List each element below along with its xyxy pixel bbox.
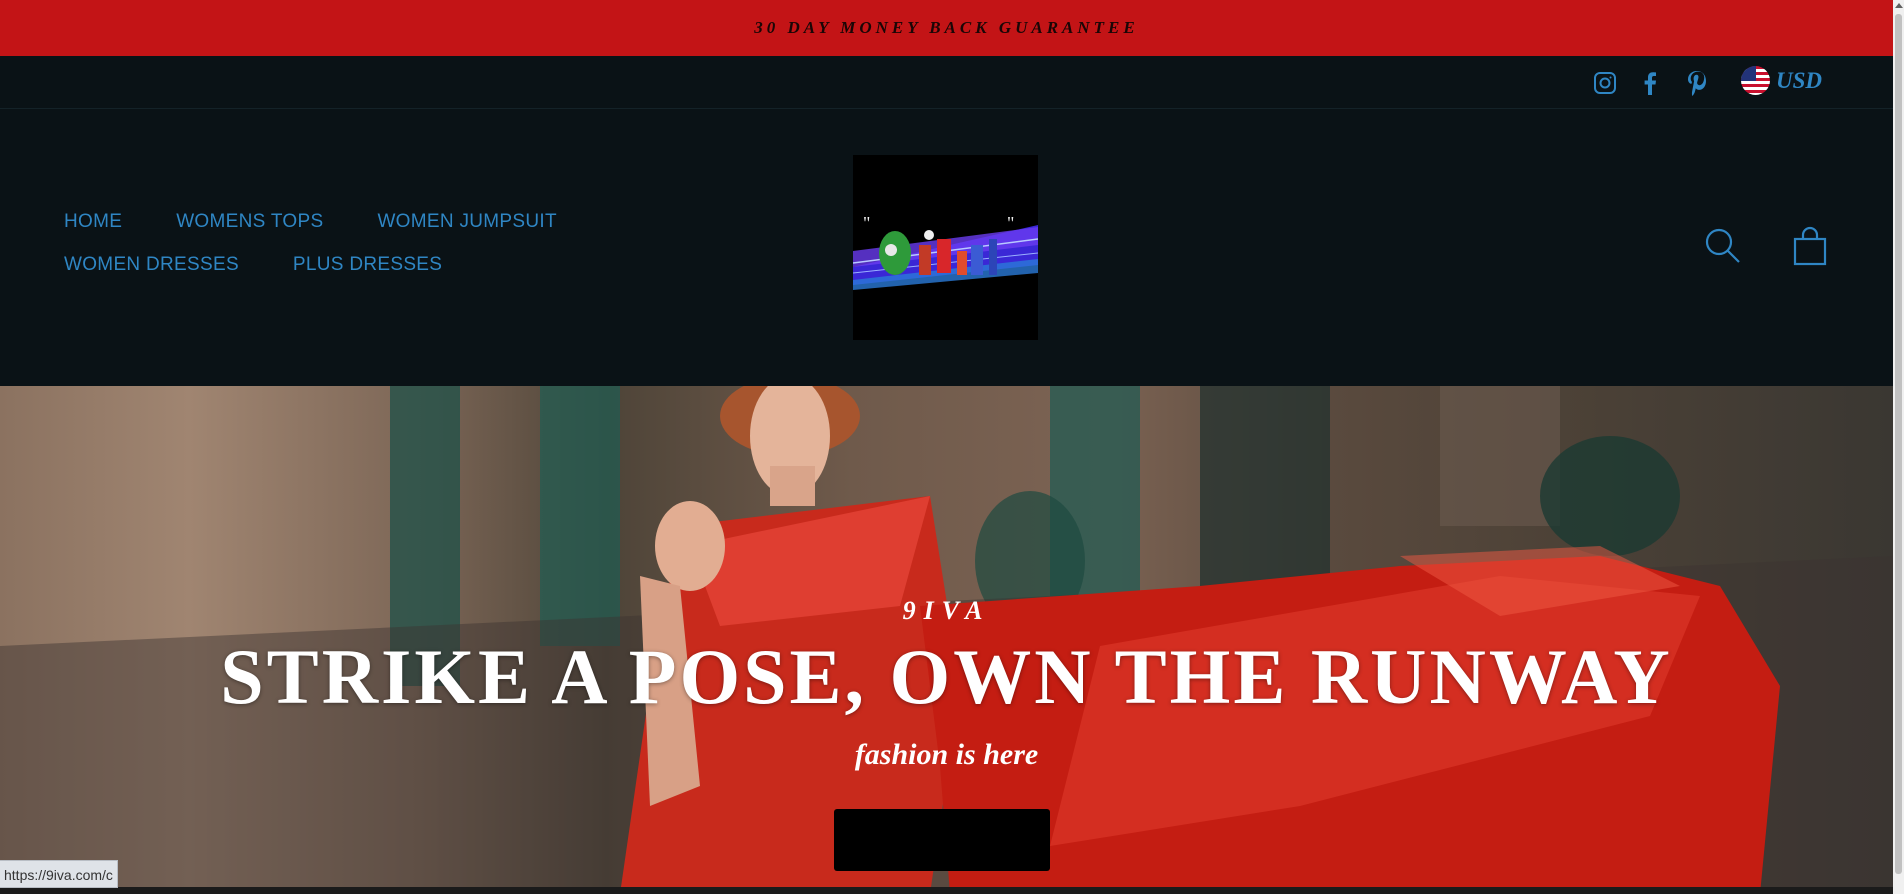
nav-link-home[interactable]: HOME <box>64 210 122 234</box>
scrollbar-thumb[interactable] <box>1895 14 1902 874</box>
nav-link-women-dresses[interactable]: WOMEN DRESSES <box>64 253 239 277</box>
nav-link-plus-dresses[interactable]: PLUS DRESSES <box>293 253 442 277</box>
hero-eyebrow: 9IVA <box>902 596 991 625</box>
scroll-up-arrow-icon[interactable] <box>1895 3 1903 8</box>
site-header: HOME WOMENS TOPS WOMEN JUMPSUIT WOMEN DR… <box>0 110 1893 386</box>
cart-icon[interactable] <box>1792 226 1828 266</box>
svg-text:": " <box>863 213 870 233</box>
announcement-bar: 30 DAY MONEY BACK GUARANTEE <box>0 0 1893 56</box>
us-flag-icon <box>1741 66 1770 95</box>
currency-label: USD <box>1776 67 1823 93</box>
bottom-strip <box>0 887 1893 894</box>
site-logo[interactable]: " " <box>853 155 1038 340</box>
nav-link-womens-tops[interactable]: WOMENS TOPS <box>176 210 323 234</box>
utility-bar: USD <box>0 56 1893 109</box>
instagram-icon[interactable] <box>1590 68 1620 98</box>
currency-selector[interactable]: USD <box>1741 66 1822 95</box>
hero-title: STRIKE A POSE, OWN THE RUNWAY <box>220 633 1673 720</box>
nav-row-2: WOMEN DRESSES PLUS DRESSES <box>64 253 704 277</box>
hero-subtitle: fashion is here <box>854 738 1039 771</box>
main-nav: HOME WOMENS TOPS WOMEN JUMPSUIT WOMEN DR… <box>64 210 704 296</box>
search-icon[interactable] <box>1704 227 1742 265</box>
pinterest-icon[interactable] <box>1682 68 1712 98</box>
page-scrollbar[interactable] <box>1893 0 1904 894</box>
hero-cta-button[interactable] <box>834 809 1050 871</box>
status-url-tooltip: https://9iva.com/c <box>0 860 118 888</box>
nav-row-1: HOME WOMENS TOPS WOMEN JUMPSUIT <box>64 210 704 234</box>
svg-text:": " <box>1007 213 1014 233</box>
facebook-icon[interactable] <box>1635 68 1665 98</box>
announcement-text: 30 DAY MONEY BACK GUARANTEE <box>754 18 1139 37</box>
hero-banner: 9IVA STRIKE A POSE, OWN THE RUNWAY fashi… <box>0 386 1893 894</box>
nav-link-women-jumpsuit[interactable]: WOMEN JUMPSUIT <box>377 210 556 234</box>
hero-content: 9IVA STRIKE A POSE, OWN THE RUNWAY fashi… <box>0 386 1893 894</box>
